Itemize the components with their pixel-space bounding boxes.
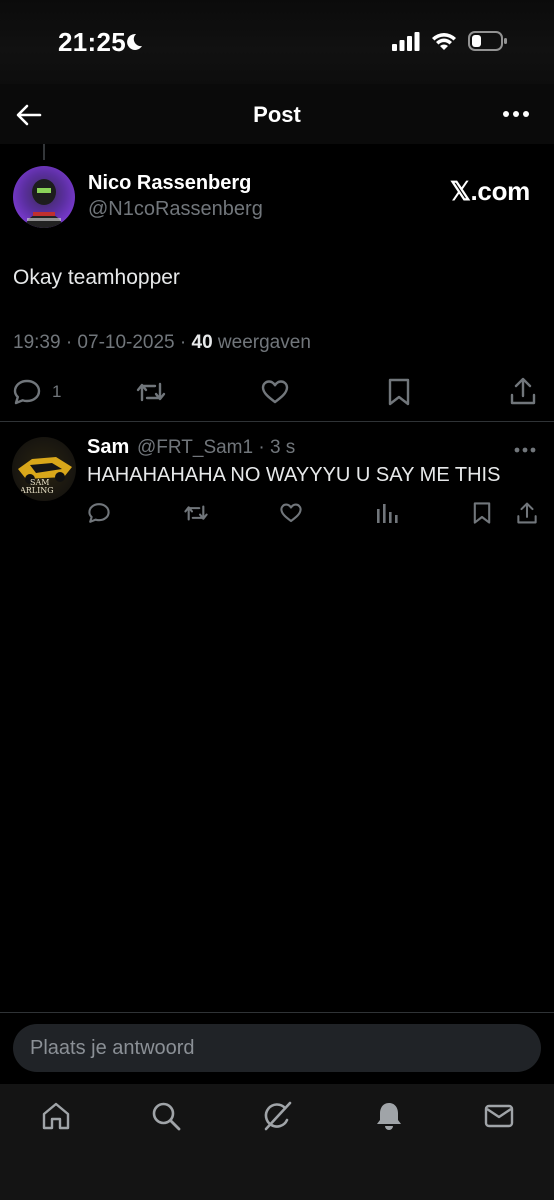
author-name[interactable]: Nico Rassenberg <box>88 172 251 195</box>
wifi-icon <box>432 33 456 50</box>
more-horizontal-icon[interactable] <box>514 446 536 454</box>
post-timestamp: 19:39 · 07-10-2025 · <box>13 332 192 353</box>
avatar[interactable] <box>13 166 75 228</box>
cellular-signal-icon <box>392 32 420 51</box>
like-button[interactable] <box>260 378 290 406</box>
reply-author-name[interactable]: Sam <box>87 436 129 459</box>
grok-icon[interactable] <box>261 1100 293 1132</box>
share-button[interactable] <box>509 376 537 406</box>
repost-button[interactable] <box>135 378 167 406</box>
post-action-bar: 1 <box>0 374 554 410</box>
author-handle[interactable]: @N1coRassenberg <box>88 198 263 221</box>
reply-input[interactable] <box>13 1024 541 1072</box>
comment-icon <box>13 379 41 405</box>
share-icon[interactable] <box>516 501 538 525</box>
more-horizontal-icon[interactable] <box>502 106 530 122</box>
search-icon[interactable] <box>150 1100 182 1132</box>
reply-count: 1 <box>52 382 62 401</box>
divider <box>0 421 554 422</box>
bookmark-button[interactable] <box>387 377 411 407</box>
post-meta: 19:39 · 07-10-2025 · 40 weergaven <box>13 332 311 354</box>
comment-icon[interactable] <box>87 501 111 525</box>
moon-icon <box>127 33 142 50</box>
reply-action-bar <box>0 501 554 529</box>
avatar-image <box>25 179 63 228</box>
reply-composer <box>0 1012 554 1084</box>
status-bar: 21:25 <box>0 0 554 84</box>
repost-icon <box>136 382 166 402</box>
x-com-watermark: 𝕏.com <box>449 176 530 206</box>
repost-icon[interactable] <box>183 501 209 525</box>
reply-button[interactable]: 1 <box>12 378 61 406</box>
views-label: weergaven <box>212 332 311 353</box>
views-count: 40 <box>191 332 213 353</box>
mail-icon[interactable] <box>483 1100 515 1132</box>
heart-icon[interactable] <box>279 501 303 525</box>
share-icon <box>510 377 536 405</box>
bookmark-icon[interactable] <box>472 501 492 525</box>
svg-text:ARLING: ARLING <box>19 486 54 495</box>
reply-text: HAHAHAHAHA NO WAYYYU U SAY ME THIS <box>87 464 501 486</box>
home-icon[interactable] <box>40 1100 72 1132</box>
post-text: Okay teamhopper <box>13 266 180 289</box>
page-title: Post <box>253 102 301 127</box>
bottom-tab-bar <box>0 1084 554 1200</box>
thread-connector-line <box>43 144 45 160</box>
bookmark-icon <box>388 378 410 406</box>
bell-icon[interactable] <box>373 1100 405 1132</box>
reply-avatar[interactable]: SAM ARLING <box>12 437 76 501</box>
status-time: 21:25 <box>58 27 126 57</box>
heart-icon <box>261 380 289 404</box>
analytics-icon[interactable] <box>376 501 398 525</box>
reply-author-handle[interactable]: @FRT_Sam1 · 3 s <box>137 437 295 459</box>
battery-icon <box>468 31 507 51</box>
reply-avatar-image: SAM ARLING <box>18 457 72 495</box>
top-nav-bar: Post <box>0 84 554 144</box>
